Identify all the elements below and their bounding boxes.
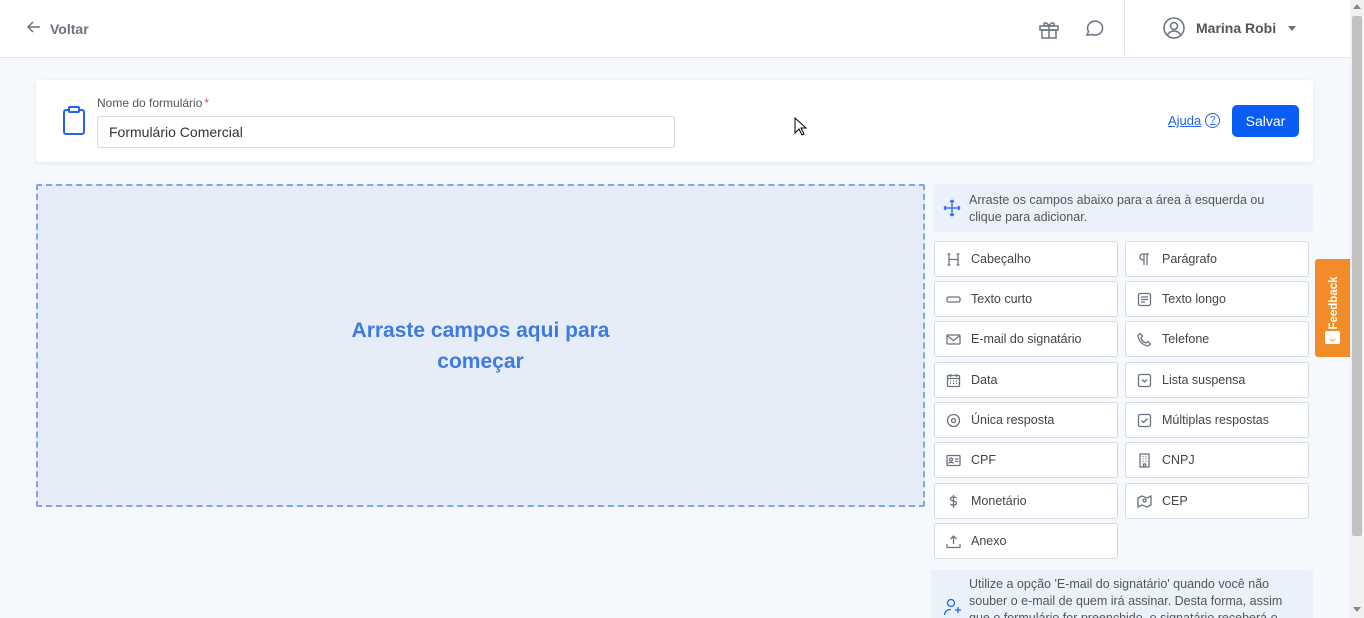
save-button[interactable]: Salvar [1232,105,1299,137]
field-short-text-button[interactable]: Texto curto [934,281,1118,317]
field-label: Data [971,373,998,387]
form-name-input[interactable] [97,116,675,148]
field-label: Múltiplas respostas [1162,413,1269,427]
upload-icon [946,534,961,549]
field-single-choice-button[interactable]: Única resposta [934,402,1118,438]
back-button[interactable]: Voltar [26,19,89,38]
drop-zone[interactable]: Arraste campos aqui para começar [36,184,925,507]
field-label: Parágrafo [1162,252,1217,266]
dropdown-icon [1137,373,1152,388]
field-signer-email-button[interactable]: E-mail do signatário [934,321,1118,357]
calendar-icon [946,373,961,388]
field-cep-button[interactable]: CEP [1125,483,1309,519]
question-icon: ? [1205,113,1221,128]
field-label: CPF [971,453,996,467]
feedback-label: Feedback [1328,276,1340,330]
caret-down-icon [1288,25,1297,31]
top-bar: Voltar Marina Robi [0,0,1350,58]
field-heading-button[interactable]: Cabeçalho [934,241,1118,277]
field-monetary-button[interactable]: Monetário [934,483,1118,519]
scroll-down-icon[interactable] [1353,607,1361,612]
move-icon [943,199,961,217]
envelope-icon [946,332,961,347]
field-multiple-choice-button[interactable]: Múltiplas respostas [1125,402,1309,438]
phone-icon [1137,332,1152,347]
gift-icon[interactable] [1037,17,1061,41]
field-label: Anexo [971,534,1007,548]
field-label: Telefone [1162,332,1210,346]
clipboard-icon [60,104,88,136]
scroll-up-icon[interactable] [1353,4,1361,9]
radio-icon [946,413,961,428]
field-dropdown-button[interactable]: Lista suspensa [1125,362,1309,398]
chat-icon[interactable] [1083,17,1107,41]
field-label: Única resposta [971,413,1055,427]
field-label: Texto curto [971,292,1033,306]
field-paragraph-button[interactable]: Parágrafo [1125,241,1309,277]
topbar-divider [1124,0,1125,58]
page-scrollbar[interactable] [1350,0,1364,618]
form-name-label-text: Nome do formulário [97,96,203,110]
field-label: E-mail do signatário [971,332,1082,346]
field-label: Lista suspensa [1162,373,1246,387]
add-user-icon [943,598,963,616]
id-card-icon [946,453,961,468]
back-label: Voltar [50,20,89,37]
drag-hint: Arraste os campos abaixo para a área à e… [933,184,1313,232]
building-icon [1137,452,1152,468]
form-header-card: Nome do formulário* Ajuda ? Salvar [36,80,1313,162]
long-text-icon [1137,292,1152,307]
arrow-left-icon [26,19,42,38]
drop-zone-message: Arraste campos aqui para começar [351,318,610,373]
signer-email-tip: Utilize a opção 'E-mail do signatário' q… [931,570,1313,618]
checkbox-icon [1137,413,1152,428]
map-icon [1137,494,1152,509]
field-phone-button[interactable]: Telefone [1125,321,1309,357]
form-name-label: Nome do formulário * [97,96,209,110]
field-label: Monetário [971,494,1027,508]
scrollbar-thumb[interactable] [1352,16,1362,536]
drag-hint-text: Arraste os campos abaixo para a área à e… [969,193,1265,224]
field-label: Texto longo [1162,292,1226,306]
paragraph-icon [1137,252,1152,267]
user-menu[interactable]: Marina Robi [1162,16,1297,40]
field-cnpj-button[interactable]: CNPJ [1125,442,1309,478]
short-text-icon [946,292,961,307]
field-label: Cabeçalho [971,252,1031,266]
help-link[interactable]: Ajuda ? [1168,113,1221,128]
dollar-icon [946,494,961,509]
mouse-cursor-icon [794,116,808,137]
field-attachment-button[interactable]: Anexo [934,523,1118,559]
required-mark: * [204,96,210,110]
heading-icon [946,252,961,267]
field-cpf-button[interactable]: CPF [934,442,1118,478]
field-label: CNPJ [1162,453,1195,467]
user-name: Marina Robi [1196,20,1277,36]
feedback-smile-icon [1325,331,1340,344]
feedback-tab[interactable]: Feedback [1315,259,1350,357]
field-long-text-button[interactable]: Texto longo [1125,281,1309,317]
tip-text: Utilize a opção 'E-mail do signatário' q… [969,577,1283,618]
field-date-button[interactable]: Data [934,362,1118,398]
user-avatar-icon [1162,16,1186,40]
field-label: CEP [1162,494,1188,508]
help-label: Ajuda [1168,113,1202,128]
